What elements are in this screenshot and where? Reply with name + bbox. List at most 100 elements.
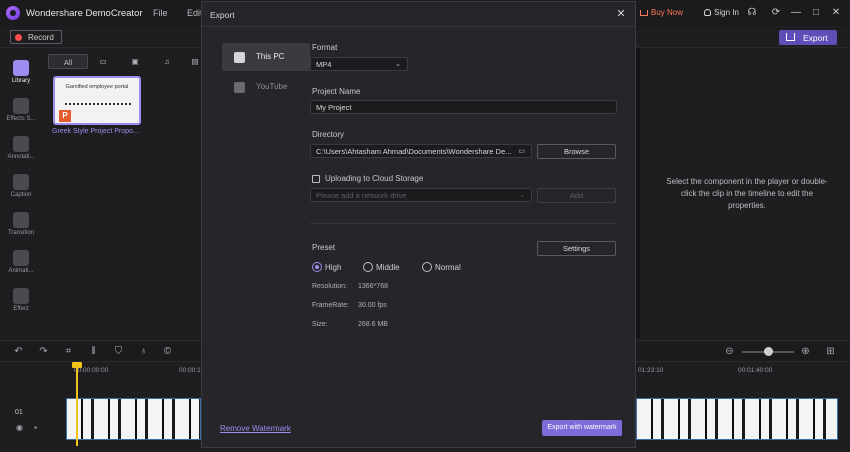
redo-icon[interactable]: ↷ bbox=[38, 346, 49, 357]
preset-middle-label: Middle bbox=[376, 263, 400, 272]
video-filter-icon[interactable]: ▭ bbox=[96, 54, 110, 69]
nav-youtube-label: YouTube bbox=[256, 82, 288, 91]
democreator-logo-icon bbox=[6, 6, 20, 20]
nav-this-pc[interactable]: This PC bbox=[222, 43, 310, 71]
dialog-title: Export bbox=[210, 10, 235, 20]
network-drive-placeholder: Please add a network drive bbox=[316, 191, 407, 200]
menu-file[interactable]: File bbox=[153, 8, 168, 18]
left-sidebar: Library Effects S... Annotati... Caption… bbox=[0, 48, 42, 338]
buy-now-link[interactable]: Buy Now bbox=[640, 8, 683, 17]
export-with-watermark-button[interactable]: Export with watermark bbox=[542, 420, 622, 436]
resolution-label: Resolution: bbox=[312, 283, 348, 290]
preset-high-radio[interactable] bbox=[312, 262, 322, 272]
sign-in-label: Sign In bbox=[714, 8, 739, 17]
sidebar-item-label: Effects S... bbox=[6, 116, 36, 122]
remove-watermark-link[interactable]: Remove Watermark bbox=[220, 424, 291, 433]
size-value: 268.6 MB bbox=[358, 321, 388, 328]
media-tabs: All ▭ ▣ ♫ ▤ bbox=[46, 54, 202, 70]
sidebar-item-effect[interactable]: Effect bbox=[0, 282, 42, 320]
ruler-time: 00:01:40:00 bbox=[738, 367, 773, 374]
sign-in-link[interactable]: Sign In bbox=[704, 8, 739, 17]
playhead[interactable] bbox=[76, 364, 78, 446]
ruler-time: 00:00:00:00 bbox=[74, 367, 109, 374]
sidebar-item-label: Animati... bbox=[8, 268, 34, 274]
minimize-icon[interactable]: — bbox=[790, 7, 802, 19]
folder-filter-icon[interactable]: ▤ bbox=[188, 54, 202, 69]
network-drive-select[interactable]: Please add a network drive ⌄ bbox=[310, 188, 532, 202]
animation-icon bbox=[13, 250, 29, 266]
audio-filter-icon[interactable]: ♫ bbox=[160, 54, 174, 69]
panel-divider bbox=[636, 48, 640, 338]
chevron-down-icon: ⌄ bbox=[519, 192, 525, 199]
properties-hint: Select the component in the player or do… bbox=[666, 177, 828, 210]
image-filter-icon[interactable]: ▣ bbox=[128, 54, 142, 69]
media-thumbnail[interactable]: Gamified employee portal P bbox=[53, 76, 141, 125]
zoom-slider-handle[interactable] bbox=[764, 347, 773, 356]
thumbnail-title: Gamified employee portal bbox=[65, 84, 129, 90]
sidebar-item-animation[interactable]: Animati... bbox=[0, 244, 42, 282]
export-icon bbox=[786, 33, 795, 41]
marker-icon[interactable]: ⛉ bbox=[113, 346, 124, 357]
record-button[interactable]: Record bbox=[10, 30, 62, 44]
sidebar-item-caption[interactable]: Caption bbox=[0, 168, 42, 206]
user-icon bbox=[704, 9, 711, 16]
sidebar-item-label: Caption bbox=[10, 192, 32, 198]
browse-button[interactable]: Browse bbox=[537, 144, 616, 159]
sidebar-item-library[interactable]: Library bbox=[0, 54, 42, 92]
folder-icon[interactable]: ▭ bbox=[518, 147, 525, 155]
sidebar-item-annotation[interactable]: Annotati... bbox=[0, 130, 42, 168]
visibility-eye-icon[interactable]: ◉ bbox=[14, 422, 25, 433]
dialog-separator bbox=[202, 26, 635, 27]
directory-input[interactable]: C:\Users\Ahtasham Ahmad\Documents\Wonder… bbox=[310, 144, 532, 158]
project-name-label: Project Name bbox=[312, 87, 361, 96]
effects-store-icon bbox=[13, 98, 29, 114]
timeline-clip[interactable] bbox=[66, 398, 201, 440]
add-button[interactable]: Add bbox=[537, 188, 616, 203]
ruler-time: 00:00:1 bbox=[179, 367, 201, 374]
preset-middle-radio[interactable] bbox=[363, 262, 373, 272]
chevron-down-icon: ⌄ bbox=[395, 61, 401, 68]
preset-normal-radio[interactable] bbox=[422, 262, 432, 272]
microphone-icon[interactable]: ♁ bbox=[138, 346, 149, 357]
track-number: 01 bbox=[15, 409, 23, 416]
directory-value: C:\Users\Ahtasham Ahmad\Documents\Wonder… bbox=[316, 147, 512, 156]
buy-now-label: Buy Now bbox=[651, 8, 684, 17]
caption-cc-icon[interactable]: © bbox=[162, 346, 173, 357]
maximize-icon[interactable]: □ bbox=[810, 7, 822, 19]
project-name-input[interactable]: My Project bbox=[310, 100, 617, 114]
zoom-out-icon[interactable]: ⊖ bbox=[724, 346, 735, 357]
fit-timeline-icon[interactable]: ⊞ bbox=[825, 346, 836, 357]
annotation-icon bbox=[13, 136, 29, 152]
export-label: Export bbox=[803, 33, 828, 43]
lock-icon[interactable]: ▪ bbox=[30, 422, 41, 433]
cloud-upload-checkbox[interactable] bbox=[312, 175, 320, 183]
sidebar-item-label: Effect bbox=[13, 306, 29, 312]
zoom-in-icon[interactable]: ⊕ bbox=[800, 346, 811, 357]
refresh-icon[interactable]: ⟳ bbox=[770, 7, 782, 19]
sidebar-item-label: Transition bbox=[7, 230, 35, 236]
sidebar-item-transition[interactable]: Transition bbox=[0, 206, 42, 244]
record-dot-icon bbox=[15, 34, 22, 41]
tab-all[interactable]: All bbox=[48, 54, 88, 69]
section-divider bbox=[310, 223, 617, 224]
library-icon bbox=[13, 60, 29, 76]
format-select[interactable]: MP4 ⌄ bbox=[310, 57, 408, 71]
nav-youtube[interactable]: YouTube bbox=[222, 73, 310, 101]
close-window-icon[interactable]: ✕ bbox=[830, 7, 842, 19]
preset-label: Preset bbox=[312, 243, 336, 252]
timeline-clip[interactable] bbox=[636, 398, 838, 440]
undo-icon[interactable]: ↶ bbox=[13, 346, 24, 357]
pc-icon bbox=[234, 52, 245, 63]
sidebar-item-label: Annotati... bbox=[7, 154, 35, 160]
split-icon[interactable]: ⫴ bbox=[88, 346, 99, 357]
preset-normal-label: Normal bbox=[435, 263, 461, 272]
thumbnail-decoration bbox=[65, 103, 131, 105]
headset-icon[interactable]: ☊ bbox=[746, 7, 758, 19]
crop-icon[interactable]: ⌗ bbox=[63, 346, 74, 357]
cart-icon bbox=[640, 10, 648, 16]
sidebar-item-effects-store[interactable]: Effects S... bbox=[0, 92, 42, 130]
dialog-close-icon[interactable]: ✕ bbox=[614, 7, 628, 21]
sidebar-item-label: Library bbox=[11, 78, 31, 84]
settings-button[interactable]: Settings bbox=[537, 241, 616, 256]
export-button[interactable]: Export bbox=[779, 30, 837, 45]
